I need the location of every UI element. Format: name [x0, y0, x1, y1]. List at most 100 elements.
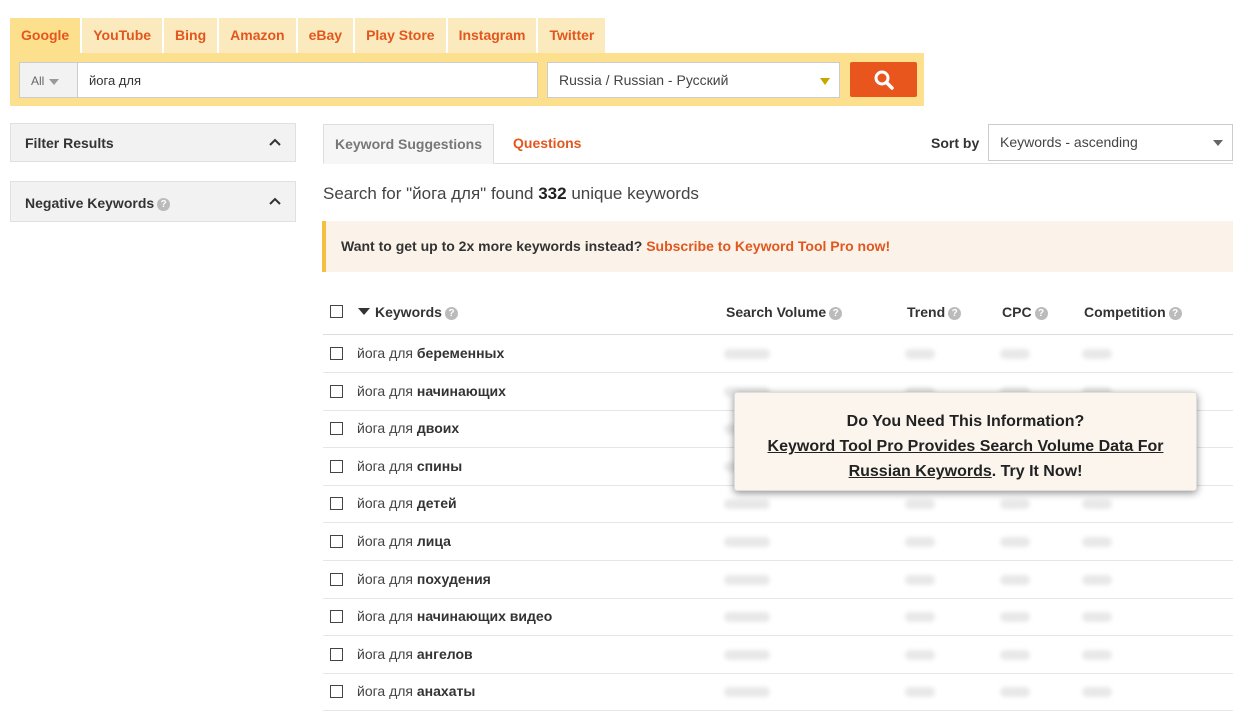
- table-row: йога для анахаты: [323, 673, 1233, 712]
- keyword-prefix: йога для: [357, 420, 413, 437]
- keyword-prefix: йога для: [357, 645, 413, 662]
- chevron-up-icon: [269, 197, 281, 205]
- keyword-text[interactable]: йога для лица: [357, 533, 451, 549]
- competition-hidden: [1082, 687, 1112, 698]
- sort-desc-icon: [358, 308, 370, 315]
- help-icon[interactable]: ?: [829, 307, 843, 320]
- search-input[interactable]: йога для: [77, 62, 538, 98]
- tab-ebay[interactable]: eBay: [297, 18, 354, 53]
- table-header: Keywords? Search Volume? Trend? CPC? Com…: [323, 296, 1233, 335]
- row-checkbox[interactable]: [330, 497, 343, 511]
- caret-down-icon: [1213, 140, 1223, 146]
- cpc-column-header[interactable]: CPC?: [1002, 304, 1048, 320]
- table-row: йога для начинающих видео: [323, 598, 1233, 637]
- cpc-hidden: [1000, 537, 1030, 547]
- help-icon[interactable]: ?: [1168, 307, 1182, 320]
- row-checkbox[interactable]: [330, 685, 343, 699]
- overlay-title: Do You Need This Information?: [846, 413, 1085, 430]
- tab-amazon[interactable]: Amazon: [219, 18, 296, 53]
- filter-results-label: Filter Results: [25, 135, 114, 151]
- keyword-suffix: похудения: [416, 570, 491, 587]
- tab-google[interactable]: Google: [10, 18, 81, 53]
- keyword-prefix: йога для: [357, 533, 413, 549]
- row-checkbox[interactable]: [330, 459, 343, 473]
- competition-column-header[interactable]: Competition?: [1084, 304, 1182, 320]
- keyword-text[interactable]: йога для похудения: [357, 571, 491, 587]
- tab-keyword-suggestions[interactable]: Keyword Suggestions: [323, 124, 495, 164]
- negative-keywords-panel[interactable]: Negative Keywords?: [10, 181, 296, 222]
- row-checkbox[interactable]: [330, 422, 343, 436]
- scope-dropdown[interactable]: All: [19, 62, 77, 98]
- table-row: йога для лица: [323, 523, 1233, 561]
- competition-hidden: [1082, 574, 1112, 585]
- help-icon[interactable]: ?: [948, 307, 962, 320]
- tab-twitter[interactable]: Twitter: [538, 18, 606, 53]
- tab-questions[interactable]: Questions: [502, 124, 592, 164]
- keyword-text[interactable]: йога для начинающих: [357, 383, 506, 399]
- keyword-suffix: детей: [416, 495, 457, 512]
- language-value: Russia / Russian - Русский: [559, 72, 729, 88]
- help-icon[interactable]: ?: [444, 307, 458, 320]
- row-checkbox[interactable]: [330, 535, 343, 548]
- sort-value: Keywords - ascending: [1000, 134, 1138, 150]
- table-row: йога для ангелов: [323, 636, 1233, 674]
- row-checkbox[interactable]: [330, 610, 343, 624]
- keywords-column-header[interactable]: Keywords?: [358, 304, 458, 320]
- cpc-hidden: [1000, 349, 1030, 359]
- row-checkbox[interactable]: [330, 347, 343, 360]
- trend-hidden: [905, 499, 935, 510]
- promo-banner: Want to get up to 2x more keywords inste…: [322, 221, 1233, 272]
- keyword-text[interactable]: йога для спины: [357, 458, 462, 474]
- help-icon[interactable]: ?: [157, 198, 171, 211]
- upgrade-overlay: Do You Need This Information? Keyword To…: [734, 392, 1197, 491]
- keyword-text[interactable]: йога для ангелов: [357, 646, 473, 662]
- tab-youtube[interactable]: YouTube: [82, 18, 163, 53]
- trend-hidden: [905, 574, 935, 585]
- competition-hidden: [1082, 537, 1112, 547]
- keyword-text[interactable]: йога для детей: [357, 495, 457, 511]
- keyword-text[interactable]: йога для анахаты: [357, 683, 475, 699]
- keyword-prefix: йога для: [357, 495, 413, 512]
- search-button[interactable]: [850, 62, 917, 97]
- trend-column-header[interactable]: Trend?: [907, 304, 962, 320]
- trend-hidden: [905, 349, 935, 359]
- keyword-suffix: двоих: [416, 420, 460, 437]
- search-engine-tabs: Google YouTube Bing Amazon eBay Play Sto…: [10, 18, 607, 53]
- tab-play-store[interactable]: Play Store: [355, 18, 446, 53]
- keyword-suffix: ангелов: [416, 645, 473, 662]
- search-volume-column-header[interactable]: Search Volume?: [726, 304, 843, 320]
- cpc-hidden: [1000, 649, 1030, 660]
- keyword-text[interactable]: йога для беременных: [357, 345, 504, 361]
- keyword-text[interactable]: йога для двоих: [357, 420, 459, 436]
- select-all-checkbox[interactable]: [330, 305, 343, 318]
- keyword-suffix: лица: [416, 533, 451, 549]
- summary-suffix: unique keywords: [571, 184, 699, 203]
- search-icon: [874, 70, 894, 90]
- summary-prefix: Search for "йога для" found: [323, 184, 534, 203]
- cpc-hidden: [1000, 574, 1030, 585]
- keyword-prefix: йога для: [357, 683, 413, 700]
- row-checkbox[interactable]: [330, 647, 343, 661]
- keyword-text[interactable]: йога для начинающих видео: [357, 608, 552, 624]
- tab-instagram[interactable]: Instagram: [447, 18, 537, 53]
- tab-bing[interactable]: Bing: [164, 18, 218, 53]
- language-select[interactable]: Russia / Russian - Русский: [547, 62, 840, 98]
- sort-select[interactable]: Keywords - ascending: [988, 124, 1233, 161]
- help-icon[interactable]: ?: [1034, 307, 1048, 320]
- search-volume-hidden: [724, 574, 770, 585]
- row-checkbox[interactable]: [330, 384, 343, 398]
- summary-count: 332: [538, 184, 567, 203]
- subscribe-link[interactable]: Subscribe to Keyword Tool Pro now!: [646, 238, 890, 254]
- cpc-hidden: [1000, 499, 1030, 510]
- keyword-prefix: йога для: [357, 345, 413, 361]
- keyword-tool-pro-link[interactable]: Keyword Tool Pro Provides Search Volume …: [768, 438, 1164, 480]
- row-checkbox[interactable]: [330, 572, 343, 586]
- filter-results-panel[interactable]: Filter Results: [10, 123, 296, 162]
- search-volume-hidden: [724, 349, 770, 359]
- keyword-suffix: анахаты: [416, 683, 476, 700]
- caret-down-icon: [49, 78, 60, 85]
- chevron-up-icon: [269, 138, 281, 146]
- search-bar: All йога для Russia / Russian - Русский: [10, 53, 924, 106]
- competition-hidden: [1082, 612, 1112, 623]
- keyword-prefix: йога для: [357, 608, 413, 625]
